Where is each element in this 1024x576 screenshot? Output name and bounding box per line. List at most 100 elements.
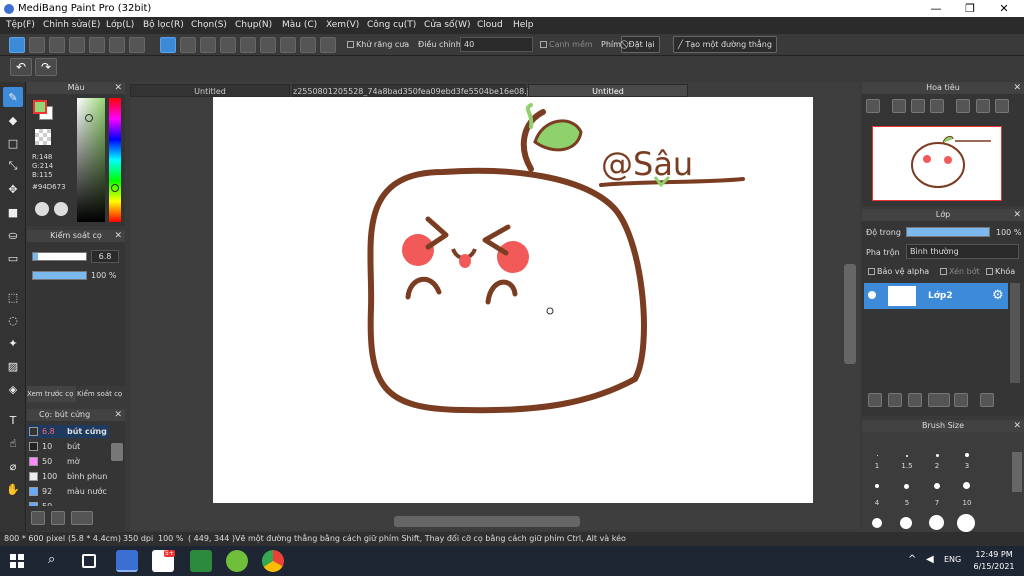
lasso-tool-icon[interactable]: ◌	[3, 310, 23, 330]
doc-tab[interactable]: z2550801205528_74a8bad350fea09ebd3fe5504…	[292, 84, 539, 97]
reset-button[interactable]: ⃠ Đặt lại	[621, 36, 660, 53]
close-icon[interactable]: ✕	[114, 82, 122, 94]
undo-button[interactable]: ↶	[10, 58, 32, 76]
clock-date[interactable]: 6/15/2021	[972, 562, 1016, 571]
move-tool-icon[interactable]: ✥	[3, 179, 23, 199]
size-dot[interactable]	[875, 484, 879, 488]
speaker-icon[interactable]: ◀	[926, 554, 934, 565]
brush-item[interactable]: 6.8 bút cứng	[27, 425, 109, 438]
new-layer-icon[interactable]	[868, 393, 882, 407]
brush-item[interactable]: 50	[27, 500, 109, 506]
eye-icon[interactable]	[868, 291, 876, 299]
transparent-swatch[interactable]	[35, 129, 51, 145]
menu-capture[interactable]: Chụp(N)	[235, 20, 272, 30]
size-dot[interactable]	[965, 453, 969, 457]
tab-brush-preview[interactable]: Xem trước cọ	[27, 386, 76, 402]
rotate-right-icon[interactable]	[995, 99, 1009, 113]
size-dot[interactable]	[904, 484, 909, 489]
messenger-taskbar-icon[interactable]: 5+	[152, 550, 175, 572]
close-icon[interactable]: ✕	[114, 230, 122, 242]
brush-opacity-slider[interactable]	[32, 271, 87, 280]
brush-item[interactable]: 100 bình phun	[27, 470, 109, 483]
menu-cloud[interactable]: Cloud	[477, 20, 503, 30]
zoom-in-icon[interactable]	[866, 99, 880, 113]
menu-edit[interactable]: Chỉnh sửa(E)	[43, 20, 100, 30]
close-icon[interactable]: ✕	[114, 409, 122, 421]
brush-size-value[interactable]: 6.8	[91, 250, 119, 263]
menu-help[interactable]: Help	[513, 20, 534, 30]
layer-row[interactable]: Lớp2 ⚙	[864, 283, 1008, 309]
gradient-tool-icon[interactable]: ▭	[3, 248, 23, 268]
lock-toggle[interactable]: Khóa	[986, 267, 1015, 276]
magic-wand-tool-icon[interactable]: ✦	[3, 333, 23, 353]
sv-cursor[interactable]	[85, 114, 93, 122]
text-tool-icon[interactable]: T	[3, 410, 23, 430]
grid-icon[interactable]	[129, 37, 145, 53]
close-icon[interactable]: ✕	[1013, 82, 1021, 94]
task-view-icon[interactable]	[82, 554, 96, 568]
soft-edge-checkbox[interactable]	[540, 41, 547, 48]
layer-opacity-slider[interactable]	[906, 227, 990, 237]
menu-window[interactable]: Cửa số(W)	[424, 20, 470, 30]
chevron-up-icon[interactable]: ^	[908, 554, 916, 565]
fit-window-icon[interactable]	[976, 99, 990, 113]
list-icon[interactable]	[109, 37, 125, 53]
eyedropper-tool-icon[interactable]: ⌀	[3, 456, 23, 476]
size-dot[interactable]	[934, 483, 940, 489]
chrome-taskbar-icon[interactable]	[262, 550, 284, 572]
select-eraser-tool-icon[interactable]: ◈	[3, 379, 23, 399]
rotate-left-icon[interactable]	[956, 99, 970, 113]
protect-alpha-checkbox[interactable]	[868, 268, 875, 275]
minimize-button[interactable]: —	[920, 0, 952, 17]
add-layer-menu-icon[interactable]	[928, 393, 950, 407]
share-icon[interactable]	[29, 37, 45, 53]
protect-alpha-toggle[interactable]: Bảo vệ alpha	[868, 267, 929, 276]
brush-item[interactable]: 10 bút	[27, 440, 109, 453]
vertical-scrollbar[interactable]	[844, 264, 856, 364]
size-dot[interactable]	[929, 515, 944, 530]
save-icon[interactable]	[69, 37, 85, 53]
zoom-in-alt-icon[interactable]	[892, 99, 906, 113]
eraser-tool-icon[interactable]: ◆	[3, 110, 23, 130]
brush-item[interactable]: 50 mờ	[27, 455, 109, 468]
new-brush-icon[interactable]	[51, 511, 65, 525]
size-dot[interactable]	[957, 514, 975, 532]
hue-cursor[interactable]	[111, 184, 119, 192]
folder-icon[interactable]	[954, 393, 968, 407]
navigator-preview[interactable]	[872, 126, 1002, 201]
antialias-checkbox[interactable]	[347, 41, 354, 48]
bucket-tool-icon[interactable]: ⛀	[3, 225, 23, 245]
clip-checkbox[interactable]	[940, 268, 947, 275]
hue-slider[interactable]	[109, 98, 121, 222]
brush-menu-icon[interactable]	[71, 511, 93, 525]
duplicate-layer-icon[interactable]	[908, 393, 922, 407]
menu-file[interactable]: Tệp(F)	[6, 20, 35, 30]
operation-tool-icon[interactable]: ☝	[3, 433, 23, 453]
select-pen-tool-icon[interactable]: ▨	[3, 356, 23, 376]
merge-layer-icon[interactable]	[980, 393, 994, 407]
brush-item[interactable]: 92 màu nước	[27, 485, 109, 498]
size-dot[interactable]	[936, 454, 939, 457]
new-layer-alt-icon[interactable]	[888, 393, 902, 407]
redo-button[interactable]: ↷	[35, 58, 57, 76]
saturation-value-picker[interactable]	[77, 98, 105, 222]
menu-layer[interactable]: Lớp(L)	[106, 20, 134, 30]
doc-tab[interactable]: Untitled	[130, 84, 290, 97]
menu-color[interactable]: Màu (C)	[282, 20, 317, 30]
gear-icon[interactable]: ⚙	[992, 288, 1004, 303]
document-icon[interactable]	[89, 37, 105, 53]
adjust-select[interactable]: 40	[460, 37, 533, 52]
fit-icon[interactable]	[911, 99, 925, 113]
medibang-taskbar-icon[interactable]	[116, 550, 138, 572]
cloud-icon[interactable]	[9, 37, 25, 53]
curve-snap-icon[interactable]	[280, 37, 296, 53]
menu-select[interactable]: Chọn(S)	[191, 20, 227, 30]
concentric-snap-icon[interactable]	[260, 37, 276, 53]
blend-mode-select[interactable]: Bình thường	[906, 244, 1019, 259]
language-indicator[interactable]: ENG	[944, 555, 961, 564]
size-dot[interactable]	[900, 517, 912, 529]
grid-snap-icon[interactable]	[200, 37, 216, 53]
brush-size-slider[interactable]	[32, 252, 87, 261]
palette-icon[interactable]	[35, 202, 49, 216]
radial-snap-icon[interactable]	[240, 37, 256, 53]
